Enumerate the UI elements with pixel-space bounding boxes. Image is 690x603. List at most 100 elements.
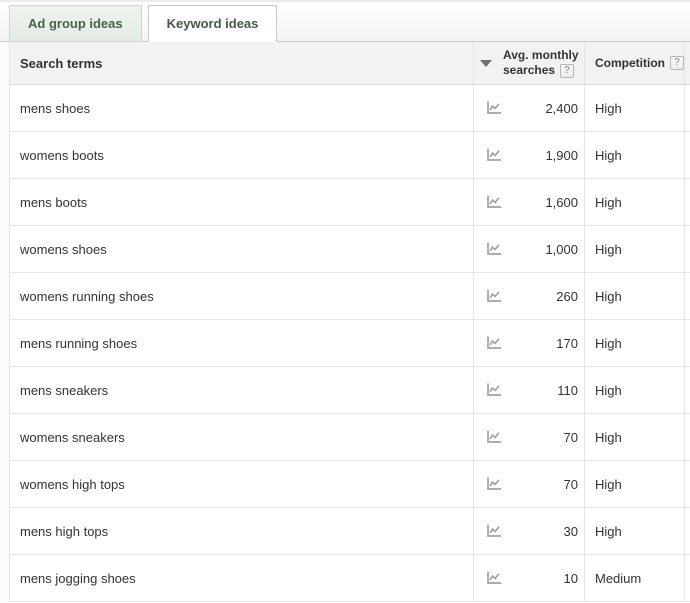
- avg-monthly-searches-value: 30: [503, 524, 584, 539]
- trend-chart-icon[interactable]: [485, 523, 503, 539]
- avg-monthly-searches-cell: 1,000: [473, 226, 584, 272]
- column-header-search-terms[interactable]: Search terms: [10, 42, 473, 84]
- competition-cell: High: [584, 367, 684, 413]
- competition-value: High: [595, 289, 622, 304]
- avg-monthly-searches-label: Avg. monthly searches ?: [503, 48, 579, 78]
- avg-monthly-searches-value: 1,900: [503, 148, 584, 163]
- trend-chart-icon[interactable]: [485, 100, 503, 116]
- trend-chart-icon[interactable]: [485, 147, 503, 163]
- keyword-ideas-table: Search terms Avg. monthly searches ? Com…: [9, 42, 690, 602]
- trend-chart-icon[interactable]: [485, 288, 503, 304]
- search-term-cell: mens high tops: [10, 508, 473, 554]
- table-row: womens shoes 1,000 High: [10, 226, 690, 273]
- trend-chart-icon[interactable]: [485, 476, 503, 492]
- row-overflow-cell: [684, 320, 690, 366]
- tab-ad-group-ideas-label: Ad group ideas: [28, 16, 123, 31]
- avg-monthly-searches-cell: 70: [473, 461, 584, 507]
- competition-value: High: [595, 195, 622, 210]
- avg-monthly-searches-cell: 70: [473, 414, 584, 460]
- avg-monthly-searches-cell: 1,600: [473, 179, 584, 225]
- competition-cell: High: [584, 461, 684, 507]
- competition-value: High: [595, 430, 622, 445]
- competition-cell: High: [584, 320, 684, 366]
- avg-monthly-searches-value: 70: [503, 430, 584, 445]
- competition-cell: High: [584, 273, 684, 319]
- trend-chart-icon[interactable]: [485, 194, 503, 210]
- competition-cell: High: [584, 85, 684, 131]
- avg-monthly-searches-value: 10: [503, 571, 584, 586]
- header-overflow-cell: [684, 42, 690, 84]
- table-row: womens running shoes 260 High: [10, 273, 690, 320]
- row-overflow-cell: [684, 85, 690, 131]
- row-overflow-cell: [684, 508, 690, 554]
- search-term-cell: mens jogging shoes: [10, 555, 473, 601]
- competition-value: High: [595, 101, 622, 116]
- competition-value: High: [595, 148, 622, 163]
- avg-monthly-searches-value: 170: [503, 336, 584, 351]
- search-term-cell: mens running shoes: [10, 320, 473, 366]
- row-overflow-cell: [684, 132, 690, 178]
- search-term-cell: womens shoes: [10, 226, 473, 272]
- search-term-cell: womens boots: [10, 132, 473, 178]
- competition-value: High: [595, 242, 622, 257]
- competition-value: High: [595, 477, 622, 492]
- column-header-competition[interactable]: Competition ?: [584, 42, 684, 84]
- search-term-text: womens sneakers: [20, 430, 125, 445]
- search-term-text: mens sneakers: [20, 383, 108, 398]
- competition-value: Medium: [595, 571, 641, 586]
- search-term-text: womens boots: [20, 148, 104, 163]
- trend-chart-icon[interactable]: [485, 570, 503, 586]
- search-term-text: mens shoes: [20, 101, 90, 116]
- sort-descending-icon: [480, 60, 492, 67]
- search-term-cell: mens sneakers: [10, 367, 473, 413]
- row-overflow-cell: [684, 226, 690, 272]
- trend-chart-icon[interactable]: [485, 335, 503, 351]
- search-term-text: womens running shoes: [20, 289, 154, 304]
- competition-cell: High: [584, 179, 684, 225]
- tab-ad-group-ideas[interactable]: Ad group ideas: [9, 5, 142, 42]
- table-row: womens sneakers 70 High: [10, 414, 690, 461]
- competition-value: High: [595, 336, 622, 351]
- avg-monthly-searches-value: 110: [503, 383, 584, 398]
- search-term-text: mens boots: [20, 195, 87, 210]
- table-row: mens high tops 30 High: [10, 508, 690, 555]
- avg-monthly-searches-cell: 260: [473, 273, 584, 319]
- avg-monthly-searches-cell: 110: [473, 367, 584, 413]
- avg-monthly-searches-value: 260: [503, 289, 584, 304]
- table-row: womens high tops 70 High: [10, 461, 690, 508]
- avg-monthly-searches-cell: 30: [473, 508, 584, 554]
- table-row: mens jogging shoes 10 Medium: [10, 555, 690, 602]
- row-overflow-cell: [684, 179, 690, 225]
- table-row: mens boots 1,600 High: [10, 179, 690, 226]
- competition-cell: High: [584, 226, 684, 272]
- avg-monthly-searches-cell: 2,400: [473, 85, 584, 131]
- competition-value: High: [595, 524, 622, 539]
- search-term-cell: womens high tops: [10, 461, 473, 507]
- trend-chart-icon[interactable]: [485, 429, 503, 445]
- search-term-text: mens jogging shoes: [20, 571, 136, 586]
- search-term-text: womens high tops: [20, 477, 125, 492]
- search-term-cell: mens shoes: [10, 85, 473, 131]
- search-term-text: mens running shoes: [20, 336, 137, 351]
- avg-monthly-searches-help-icon[interactable]: ?: [560, 64, 574, 78]
- competition-help-icon[interactable]: ?: [670, 56, 684, 70]
- avg-monthly-searches-value: 2,400: [503, 101, 584, 116]
- competition-cell: High: [584, 414, 684, 460]
- competition-cell: High: [584, 132, 684, 178]
- table-header-row: Search terms Avg. monthly searches ? Com…: [10, 42, 690, 85]
- avg-monthly-searches-cell: 1,900: [473, 132, 584, 178]
- competition-value: High: [595, 383, 622, 398]
- tab-keyword-ideas-label: Keyword ideas: [167, 16, 259, 31]
- search-term-cell: mens boots: [10, 179, 473, 225]
- column-header-avg-monthly-searches[interactable]: Avg. monthly searches ?: [473, 42, 584, 84]
- trend-chart-icon[interactable]: [485, 382, 503, 398]
- row-overflow-cell: [684, 273, 690, 319]
- search-term-text: womens shoes: [20, 242, 107, 257]
- trend-chart-icon[interactable]: [485, 241, 503, 257]
- table-row: mens sneakers 110 High: [10, 367, 690, 414]
- table-row: mens running shoes 170 High: [10, 320, 690, 367]
- tab-keyword-ideas[interactable]: Keyword ideas: [148, 5, 278, 42]
- avg-monthly-searches-cell: 10: [473, 555, 584, 601]
- table-row: womens boots 1,900 High: [10, 132, 690, 179]
- search-term-cell: womens running shoes: [10, 273, 473, 319]
